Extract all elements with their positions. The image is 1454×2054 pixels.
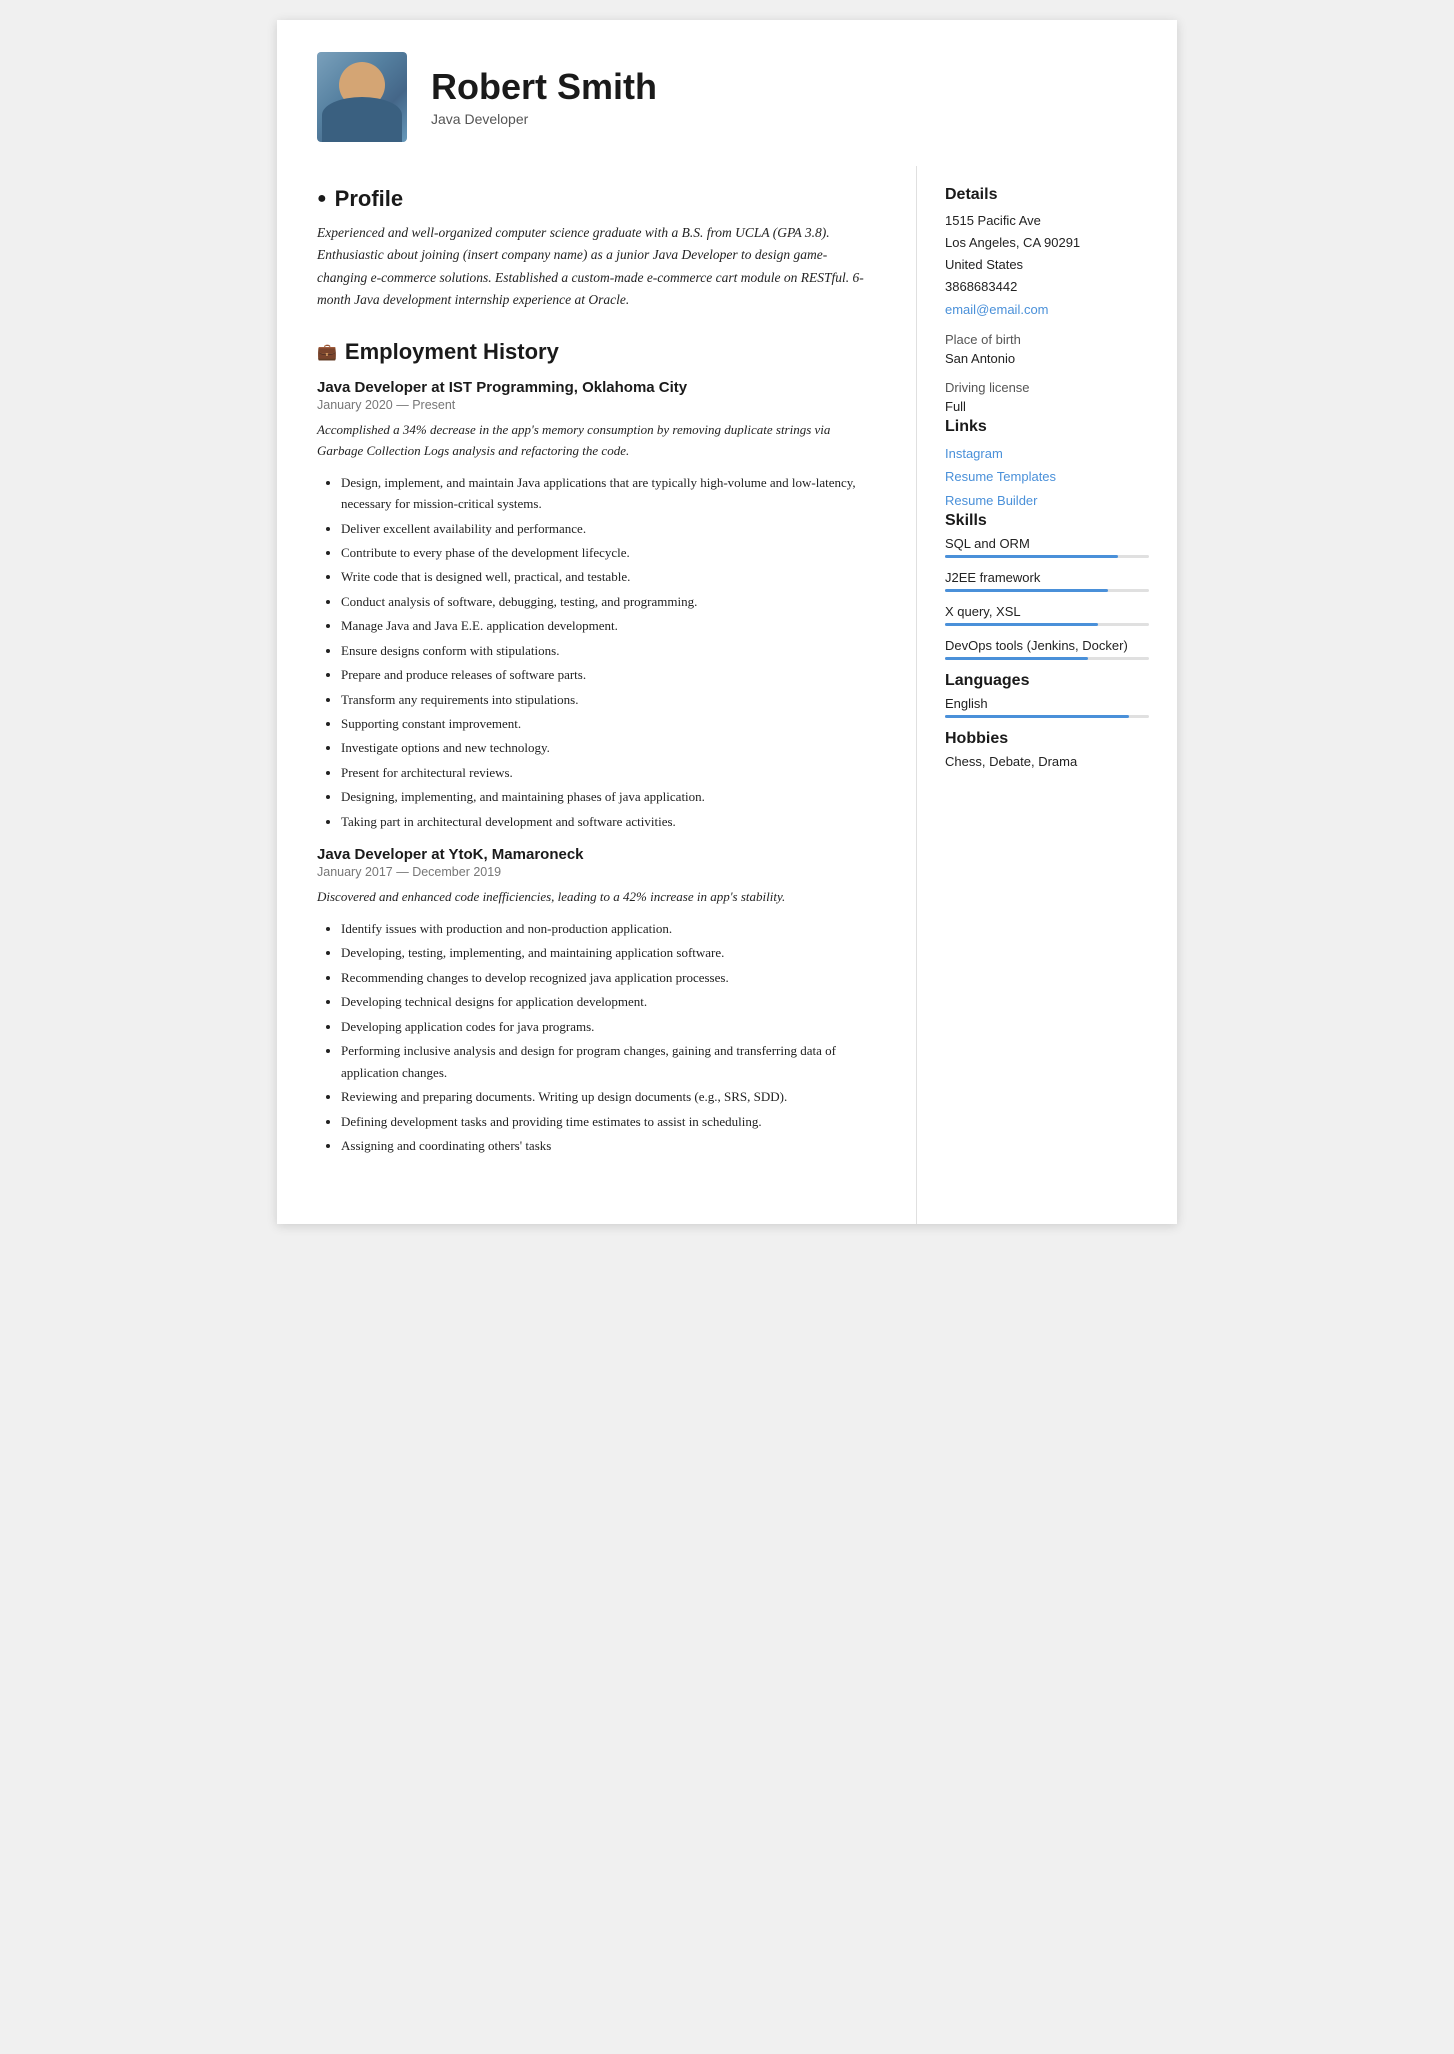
skill-item: J2EE framework (945, 570, 1149, 592)
header-text: Robert Smith Java Developer (431, 67, 1137, 127)
profile-section: ● Profile Experienced and well-organized… (317, 186, 876, 311)
place-of-birth: San Antonio (945, 348, 1149, 370)
skill-name: J2EE framework (945, 570, 1149, 585)
skill-item: SQL and ORM (945, 536, 1149, 558)
list-item: Reviewing and preparing documents. Writi… (341, 1086, 876, 1107)
job-1-title: Java Developer at IST Programming, Oklah… (317, 379, 876, 396)
skills-section: Skills SQL and ORM J2EE framework X quer… (945, 512, 1149, 660)
job-1: Java Developer at IST Programming, Oklah… (317, 379, 876, 832)
job-2-dates: January 2017 — December 2019 (317, 865, 876, 879)
list-item: Write code that is designed well, practi… (341, 566, 876, 587)
job-2-summary: Discovered and enhanced code inefficienc… (317, 887, 876, 908)
left-column: ● Profile Experienced and well-organized… (277, 166, 917, 1224)
details-section: Details 1515 Pacific Ave Los Angeles, CA… (945, 186, 1149, 418)
list-item: Defining development tasks and providing… (341, 1111, 876, 1132)
languages-title: Languages (945, 672, 1149, 690)
link-instagram[interactable]: Instagram (945, 442, 1149, 465)
skill-bar-bg (945, 623, 1149, 626)
phone: 3868683442 (945, 276, 1149, 298)
list-item: Contribute to every phase of the develop… (341, 542, 876, 563)
list-item: Transform any requirements into stipulat… (341, 689, 876, 710)
email-link[interactable]: email@email.com (945, 298, 1149, 321)
languages-container: English (945, 696, 1149, 718)
driving-license-label: Driving license (945, 380, 1149, 395)
skill-bar-fill (945, 589, 1108, 592)
skill-bar-bg (945, 555, 1149, 558)
skill-name: X query, XSL (945, 604, 1149, 619)
header-name: Robert Smith (431, 67, 1137, 107)
driving-license: Full (945, 396, 1149, 418)
profile-text: Experienced and well-organized computer … (317, 222, 876, 311)
list-item: Investigate options and new technology. (341, 737, 876, 758)
hobbies-text: Chess, Debate, Drama (945, 754, 1149, 769)
job-1-bullets: Design, implement, and maintain Java app… (317, 472, 876, 833)
job-1-dates: January 2020 — Present (317, 398, 876, 412)
lang-item: English (945, 696, 1149, 718)
right-column: Details 1515 Pacific Ave Los Angeles, CA… (917, 166, 1177, 1224)
list-item: Ensure designs conform with stipulations… (341, 640, 876, 661)
skill-name: DevOps tools (Jenkins, Docker) (945, 638, 1149, 653)
skill-bar-fill (945, 657, 1088, 660)
list-item: Recommending changes to develop recogniz… (341, 967, 876, 988)
skill-name: SQL and ORM (945, 536, 1149, 551)
job-2-title: Java Developer at YtoK, Mamaroneck (317, 846, 876, 863)
list-item: Prepare and produce releases of software… (341, 664, 876, 685)
place-of-birth-label: Place of birth (945, 332, 1149, 347)
resume-page: Robert Smith Java Developer ● Profile Ex… (277, 20, 1177, 1224)
list-item: Conduct analysis of software, debugging,… (341, 591, 876, 612)
list-item: Developing technical designs for applica… (341, 991, 876, 1012)
lang-bar-fill (945, 715, 1129, 718)
link-resume-builder[interactable]: Resume Builder (945, 489, 1149, 512)
employment-section: 💼 Employment History Java Developer at I… (317, 339, 876, 1156)
skills-container: SQL and ORM J2EE framework X query, XSL … (945, 536, 1149, 660)
avatar (317, 52, 407, 142)
hobbies-title: Hobbies (945, 730, 1149, 748)
address-line3: United States (945, 254, 1149, 276)
hobbies-section: Hobbies Chess, Debate, Drama (945, 730, 1149, 769)
skill-bar-bg (945, 589, 1149, 592)
list-item: Manage Java and Java E.E. application de… (341, 615, 876, 636)
list-item: Assigning and coordinating others' tasks (341, 1135, 876, 1156)
lang-bar-bg (945, 715, 1149, 718)
skills-title: Skills (945, 512, 1149, 530)
list-item: Developing, testing, implementing, and m… (341, 942, 876, 963)
list-item: Designing, implementing, and maintaining… (341, 786, 876, 807)
profile-title: ● Profile (317, 186, 876, 212)
languages-section: Languages English (945, 672, 1149, 718)
links-title: Links (945, 418, 1149, 436)
main-content: ● Profile Experienced and well-organized… (277, 166, 1177, 1224)
address-line1: 1515 Pacific Ave (945, 210, 1149, 232)
job-2-bullets: Identify issues with production and non-… (317, 918, 876, 1156)
skill-bar-fill (945, 623, 1098, 626)
links-section: Links Instagram Resume Templates Resume … (945, 418, 1149, 512)
link-resume-templates[interactable]: Resume Templates (945, 465, 1149, 488)
list-item: Deliver excellent availability and perfo… (341, 518, 876, 539)
skill-bar-fill (945, 555, 1118, 558)
employment-title: 💼 Employment History (317, 339, 876, 365)
profile-icon: ● (317, 190, 327, 208)
list-item: Design, implement, and maintain Java app… (341, 472, 876, 515)
job-2: Java Developer at YtoK, Mamaroneck Janua… (317, 846, 876, 1156)
job-1-summary: Accomplished a 34% decrease in the app's… (317, 420, 876, 462)
header-section: Robert Smith Java Developer (277, 20, 1177, 166)
skill-item: X query, XSL (945, 604, 1149, 626)
employment-icon: 💼 (317, 342, 337, 362)
address-line2: Los Angeles, CA 90291 (945, 232, 1149, 254)
skill-bar-bg (945, 657, 1149, 660)
list-item: Identify issues with production and non-… (341, 918, 876, 939)
skill-item: DevOps tools (Jenkins, Docker) (945, 638, 1149, 660)
list-item: Developing application codes for java pr… (341, 1016, 876, 1037)
lang-name: English (945, 696, 1149, 711)
details-title: Details (945, 186, 1149, 204)
list-item: Present for architectural reviews. (341, 762, 876, 783)
list-item: Taking part in architectural development… (341, 811, 876, 832)
header-title: Java Developer (431, 111, 1137, 127)
list-item: Performing inclusive analysis and design… (341, 1040, 876, 1083)
list-item: Supporting constant improvement. (341, 713, 876, 734)
